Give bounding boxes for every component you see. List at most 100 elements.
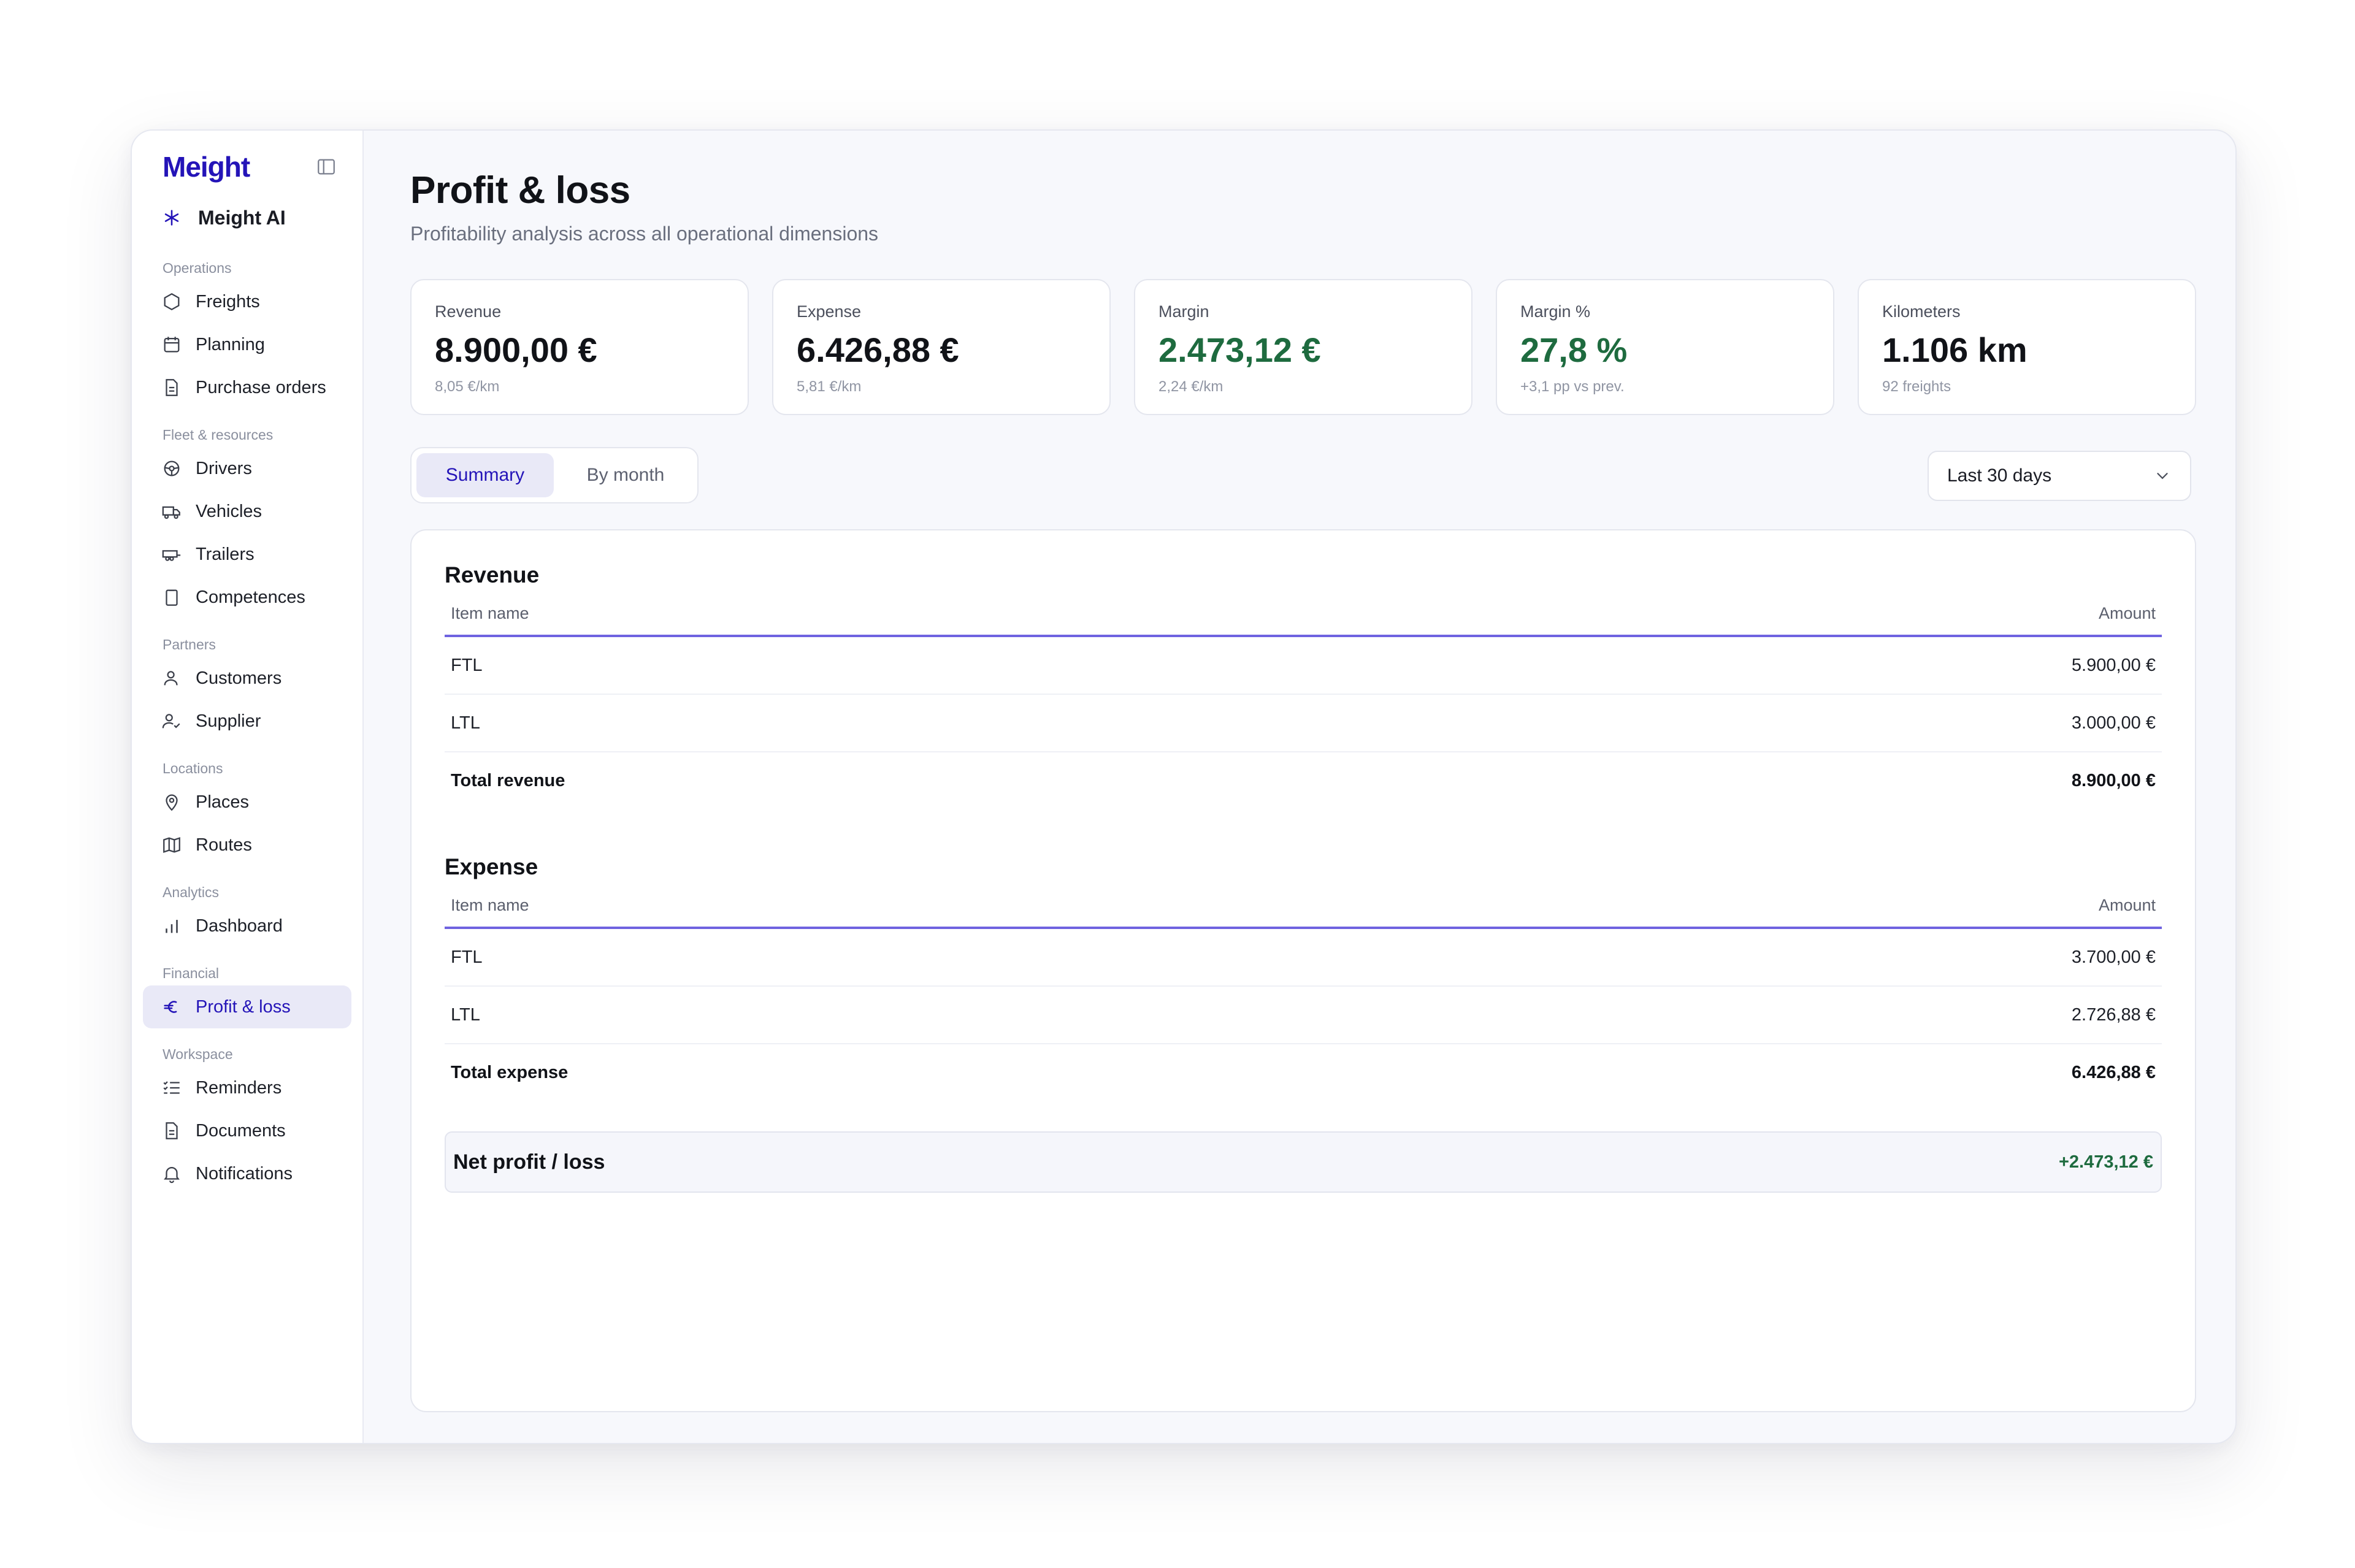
- sparkle-icon: [161, 207, 182, 228]
- total-label: Total revenue: [451, 770, 565, 790]
- kpi-value: 2.473,12 €: [1158, 331, 1321, 369]
- bell-icon: [161, 1163, 182, 1184]
- kpi-sub: 5,81 €/km: [797, 378, 862, 395]
- sidebar-header: Meight: [143, 131, 351, 198]
- section-label-financial: Financial: [163, 965, 220, 981]
- row-name: FTL: [451, 947, 483, 967]
- sidebar-item-supplier[interactable]: Supplier: [143, 700, 351, 743]
- sidebar-item-label: Customers: [196, 668, 282, 688]
- sidebar-item-label: Places: [196, 792, 250, 812]
- kpi-value: 8.900,00 €: [435, 331, 597, 369]
- sidebar-item-trailers[interactable]: Trailers: [143, 533, 351, 576]
- table-header: Item name Amount: [445, 884, 2162, 929]
- kpi-sub: 2,24 €/km: [1158, 378, 1223, 395]
- sidebar-item-label: Notifications: [196, 1163, 293, 1184]
- sidebar-item-profit-loss[interactable]: Profit & loss: [143, 985, 351, 1028]
- net-value: +2.473,12 €: [2058, 1152, 2153, 1172]
- sidebar-item-reminders[interactable]: Reminders: [143, 1066, 351, 1109]
- kpi-sub: 8,05 €/km: [435, 378, 500, 395]
- date-range-select[interactable]: Last 30 days: [1928, 451, 2191, 501]
- sidebar: Meight Meight AI Operations Freights Pla…: [132, 131, 364, 1443]
- page-title: Profit & loss: [410, 169, 630, 212]
- kpi-card-margin: Margin 2.473,12 € 2,24 €/km: [1134, 279, 1472, 415]
- sidebar-item-notifications[interactable]: Notifications: [143, 1152, 351, 1195]
- table-row-total: Total expense 6.426,88 €: [445, 1044, 2162, 1101]
- kpi-value: 6.426,88 €: [797, 331, 959, 369]
- col-item-name: Item name: [451, 603, 529, 622]
- row-amount: 5.900,00 €: [2071, 655, 2156, 675]
- total-amount: 8.900,00 €: [2071, 770, 2156, 790]
- kpi-sub: +3,1 pp vs prev.: [1520, 378, 1625, 395]
- row-name: LTL: [451, 1004, 480, 1025]
- net-label: Net profit / loss: [453, 1150, 605, 1174]
- sidebar-item-competences[interactable]: Competences: [143, 576, 351, 619]
- sidebar-item-label: Planning: [196, 334, 265, 354]
- col-amount: Amount: [2098, 603, 2156, 622]
- date-range-value: Last 30 days: [1947, 465, 2052, 486]
- tab-by-month[interactable]: By month: [559, 453, 692, 497]
- row-amount: 3.000,00 €: [2071, 713, 2156, 733]
- kpi-row: Revenue 8.900,00 € 8,05 €/km Expense 6.4…: [410, 279, 2196, 415]
- page-subtitle: Profitability analysis across all operat…: [410, 223, 879, 245]
- main-content: Profit & loss Profitability analysis acr…: [364, 131, 2235, 1443]
- kpi-value: 1.106 km: [1882, 331, 2028, 369]
- col-item-name: Item name: [451, 895, 529, 914]
- kpi-label: Expense: [797, 302, 862, 321]
- row-name: FTL: [451, 655, 483, 675]
- steering-wheel-icon: [161, 458, 182, 479]
- sidebar-item-planning[interactable]: Planning: [143, 323, 351, 366]
- total-amount: 6.426,88 €: [2071, 1062, 2156, 1082]
- section-title-expense: Expense: [445, 854, 538, 879]
- sidebar-item-label: Supplier: [196, 711, 261, 731]
- row-name: LTL: [451, 713, 480, 733]
- sidebar-item-vehicles[interactable]: Vehicles: [143, 490, 351, 533]
- sidebar-item-routes[interactable]: Routes: [143, 824, 351, 866]
- sidebar-item-freights[interactable]: Freights: [143, 280, 351, 323]
- kpi-value: 27,8 %: [1520, 331, 1628, 369]
- sidebar-item-label: Vehicles: [196, 501, 262, 521]
- user-icon: [161, 668, 182, 689]
- hexagon-icon: [161, 291, 182, 312]
- sidebar-toggle-icon[interactable]: [316, 156, 337, 175]
- trailer-icon: [161, 544, 182, 565]
- kpi-sub: 92 freights: [1882, 378, 1951, 395]
- sidebar-item-label: Profit & loss: [196, 996, 291, 1017]
- row-amount: 3.700,00 €: [2071, 947, 2156, 967]
- kpi-label: Margin: [1158, 302, 1209, 321]
- tab-summary[interactable]: Summary: [416, 453, 554, 497]
- sidebar-item-label: Competences: [196, 587, 305, 607]
- clipboard-icon: [161, 587, 182, 608]
- kpi-card-revenue: Revenue 8.900,00 € 8,05 €/km: [410, 279, 749, 415]
- map-icon: [161, 835, 182, 855]
- col-amount: Amount: [2098, 895, 2156, 914]
- table-row: FTL 3.700,00 €: [445, 929, 2162, 987]
- section-label-partners: Partners: [163, 637, 216, 652]
- truck-icon: [161, 501, 182, 522]
- sidebar-item-documents[interactable]: Documents: [143, 1109, 351, 1152]
- row-amount: 2.726,88 €: [2071, 1004, 2156, 1025]
- sidebar-item-drivers[interactable]: Drivers: [143, 447, 351, 490]
- sidebar-item-dashboard[interactable]: Dashboard: [143, 904, 351, 947]
- kpi-label: Revenue: [435, 302, 502, 321]
- sidebar-item-label: Freights: [196, 291, 260, 312]
- sidebar-item-places[interactable]: Places: [143, 781, 351, 824]
- net-profit-row: Net profit / loss +2.473,12 €: [445, 1131, 2162, 1193]
- view-tabs: Summary By month: [410, 447, 699, 503]
- sidebar-item-meight-ai[interactable]: Meight AI: [143, 198, 351, 237]
- table-row: LTL 3.000,00 €: [445, 695, 2162, 752]
- sidebar-item-label: Purchase orders: [196, 377, 326, 397]
- brand-logo[interactable]: Meight: [163, 150, 250, 183]
- bar-chart-icon: [161, 916, 182, 936]
- sidebar-item-purchase-orders[interactable]: Purchase orders: [143, 366, 351, 409]
- sidebar-item-customers[interactable]: Customers: [143, 657, 351, 700]
- document-icon: [161, 1120, 182, 1141]
- section-label-workspace: Workspace: [163, 1046, 233, 1062]
- chevron-down-icon: [2153, 467, 2172, 485]
- total-label: Total expense: [451, 1062, 569, 1082]
- euro-icon: [161, 996, 182, 1017]
- kpi-card-expense: Expense 6.426,88 € 5,81 €/km: [772, 279, 1111, 415]
- section-label-operations: Operations: [163, 260, 232, 276]
- table-row: FTL 5.900,00 €: [445, 637, 2162, 695]
- user-check-icon: [161, 711, 182, 732]
- kpi-card-kilometers: Kilometers 1.106 km 92 freights: [1858, 279, 2196, 415]
